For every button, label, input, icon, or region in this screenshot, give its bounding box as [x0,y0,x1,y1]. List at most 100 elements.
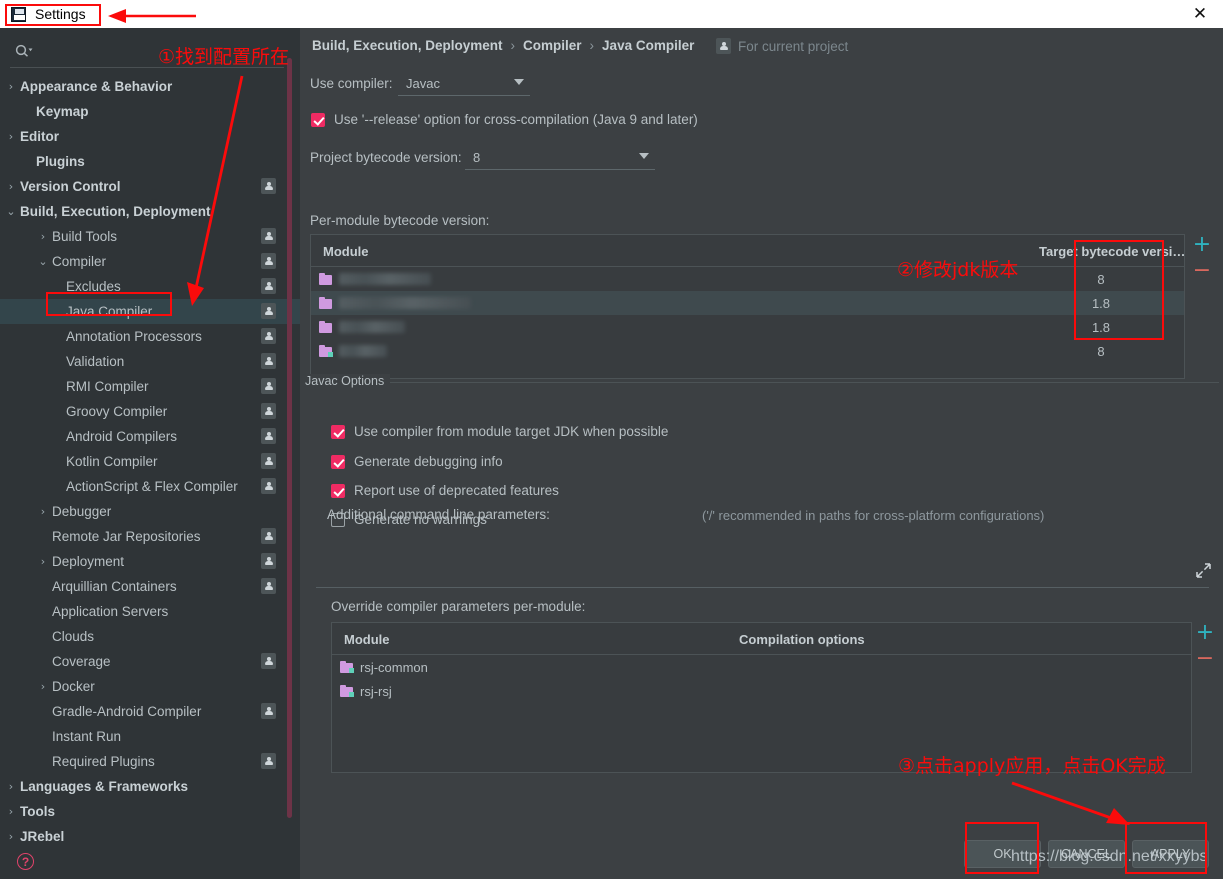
sidebar-item-label: Languages & Frameworks [20,779,189,794]
target-bytecode-value[interactable]: 8 [1071,344,1131,359]
settings-save-icon [11,6,26,22]
target-bytecode-value[interactable]: 1.8 [1071,296,1131,311]
javac-option-checkbox-0[interactable]: Use compiler from module target JDK when… [331,424,668,439]
chevron-right-icon[interactable]: › [36,505,50,519]
sidebar-item-remote-jar-repositories[interactable]: Remote Jar Repositories [0,524,300,549]
table-row[interactable]: 1.8 [311,291,1184,315]
sidebar-item-build-execution-deployment[interactable]: ⌄ Build, Execution, Deployment [0,199,300,224]
table-row[interactable]: 8 [311,267,1184,291]
sidebar-item-jrebel[interactable]: › JRebel [0,824,300,849]
chevron-right-icon[interactable]: › [36,680,50,694]
sidebar-item-label: Plugins [36,154,85,169]
sidebar-item-deployment[interactable]: › Deployment [0,549,300,574]
chevron-right-icon[interactable]: › [4,80,18,94]
sidebar-item-tools[interactable]: › Tools [0,799,300,824]
table-row[interactable]: rsj-rsj [332,679,1191,703]
javac-option-label: Report use of deprecated features [354,483,559,498]
minus-icon: − [1192,258,1212,283]
sidebar-item-java-compiler[interactable]: Java Compiler [0,299,300,324]
target-bytecode-value[interactable]: 1.8 [1071,320,1131,335]
release-option-checkbox[interactable]: Use '--release' option for cross-compila… [311,112,698,127]
sidebar-item-version-control[interactable]: › Version Control [0,174,300,199]
project-badge-icon [261,553,276,569]
column-header-module[interactable]: Module [323,244,369,259]
sidebar-item-groovy-compiler[interactable]: Groovy Compiler [0,399,300,424]
chevron-right-icon[interactable]: › [4,805,18,819]
breadcrumb-item-1[interactable]: Compiler [523,38,582,53]
column-header-target-bytecode[interactable]: Target bytecode versi… [1039,244,1185,259]
chevron-right-icon[interactable]: › [4,830,18,844]
chevron-right-icon[interactable]: › [36,230,50,244]
override-table-add-button[interactable]: + [1193,622,1217,644]
use-compiler-dropdown[interactable]: Javac [398,72,530,96]
table-row[interactable]: 1.8 [311,315,1184,339]
column-header-compilation-options[interactable]: Compilation options [739,632,865,647]
sidebar-item-keymap[interactable]: Keymap [0,99,300,124]
search-box[interactable] [10,34,284,68]
javac-option-checkbox-1[interactable]: Generate debugging info [331,454,503,469]
chevron-right-icon[interactable]: › [4,780,18,794]
sidebar-item-compiler[interactable]: ⌄ Compiler [0,249,300,274]
sidebar-item-label: Validation [66,354,125,369]
module-name-redacted [339,321,405,333]
help-icon[interactable]: ? [17,853,34,870]
table-header: Module Compilation options [332,623,1191,655]
breadcrumb-item-0[interactable]: Build, Execution, Deployment [312,38,503,53]
sidebar-item-plugins[interactable]: Plugins [0,149,300,174]
sidebar-item-build-tools[interactable]: › Build Tools [0,224,300,249]
sidebar-item-label: Annotation Processors [66,329,202,344]
sidebar-item-required-plugins[interactable]: Required Plugins [0,749,300,774]
ok-button[interactable]: OK [964,840,1041,868]
additional-params-label: Additional command line parameters: [327,507,550,522]
sidebar-item-kotlin-compiler[interactable]: Kotlin Compiler [0,449,300,474]
chevron-down-icon[interactable]: ⌄ [4,205,18,219]
sidebar-item-gradle-android-compiler[interactable]: Gradle-Android Compiler [0,699,300,724]
table-row[interactable]: rsj-common [332,655,1191,679]
chevron-down-icon [514,79,524,85]
sidebar-item-label: Groovy Compiler [66,404,168,419]
sidebar-item-application-servers[interactable]: Application Servers [0,599,300,624]
chevron-down-icon [639,153,649,159]
settings-sidebar: › Appearance & Behavior Keymap › Editor Plugi… [0,28,300,879]
sidebar-item-arquillian-containers[interactable]: Arquillian Containers [0,574,300,599]
chevron-right-icon[interactable]: › [36,555,50,569]
chevron-right-icon[interactable]: › [4,130,18,144]
close-icon[interactable]: ✕ [1183,0,1217,28]
column-header-module[interactable]: Module [344,632,390,647]
sidebar-item-android-compilers[interactable]: Android Compilers [0,424,300,449]
chevron-right-icon[interactable]: › [4,180,18,194]
sidebar-item-label: Build Tools [52,229,118,244]
breadcrumb-separator: › [510,38,516,53]
sidebar-item-instant-run[interactable]: Instant Run [0,724,300,749]
sidebar-item-editor[interactable]: › Editor [0,124,300,149]
sidebar-item-languages-frameworks[interactable]: › Languages & Frameworks [0,774,300,799]
sidebar-item-clouds[interactable]: Clouds [0,624,300,649]
module-bytecode-table: Module Target bytecode versi… 8 1.8 1.8 8 [310,234,1185,379]
search-input[interactable] [36,43,284,58]
additional-params-input[interactable] [316,544,1209,588]
sidebar-scrollbar[interactable] [287,58,292,818]
module-table-add-button[interactable]: + [1190,234,1214,256]
override-params-table: Module Compilation options rsj-common rsj… [331,622,1192,773]
table-row[interactable]: 8 [311,339,1184,363]
module-table-remove-button[interactable]: − [1190,258,1214,283]
javac-option-checkbox-2[interactable]: Report use of deprecated features [331,483,559,498]
sidebar-item-rmi-compiler[interactable]: RMI Compiler [0,374,300,399]
expand-editor-icon[interactable] [1196,563,1211,583]
project-badge-icon [261,278,276,294]
sidebar-item-validation[interactable]: Validation [0,349,300,374]
sidebar-item-debugger[interactable]: › Debugger [0,499,300,524]
sidebar-item-docker[interactable]: › Docker [0,674,300,699]
apply-button[interactable]: APPLY [1132,840,1209,868]
override-table-remove-button[interactable]: − [1193,648,1217,670]
sidebar-item-excludes[interactable]: Excludes [0,274,300,299]
target-bytecode-value[interactable]: 8 [1071,272,1131,287]
sidebar-item-coverage[interactable]: Coverage [0,649,300,674]
sidebar-item-annotation-processors[interactable]: Annotation Processors [0,324,300,349]
sidebar-item-actionscript-flex-compiler[interactable]: ActionScript & Flex Compiler [0,474,300,499]
chevron-down-icon[interactable]: ⌄ [36,255,50,269]
sidebar-item-label: Editor [20,129,59,144]
cancel-button[interactable]: CANCEL [1048,840,1125,868]
project-bytecode-dropdown[interactable]: 8 [465,146,655,170]
sidebar-item-appearance-behavior[interactable]: › Appearance & Behavior [0,74,300,99]
